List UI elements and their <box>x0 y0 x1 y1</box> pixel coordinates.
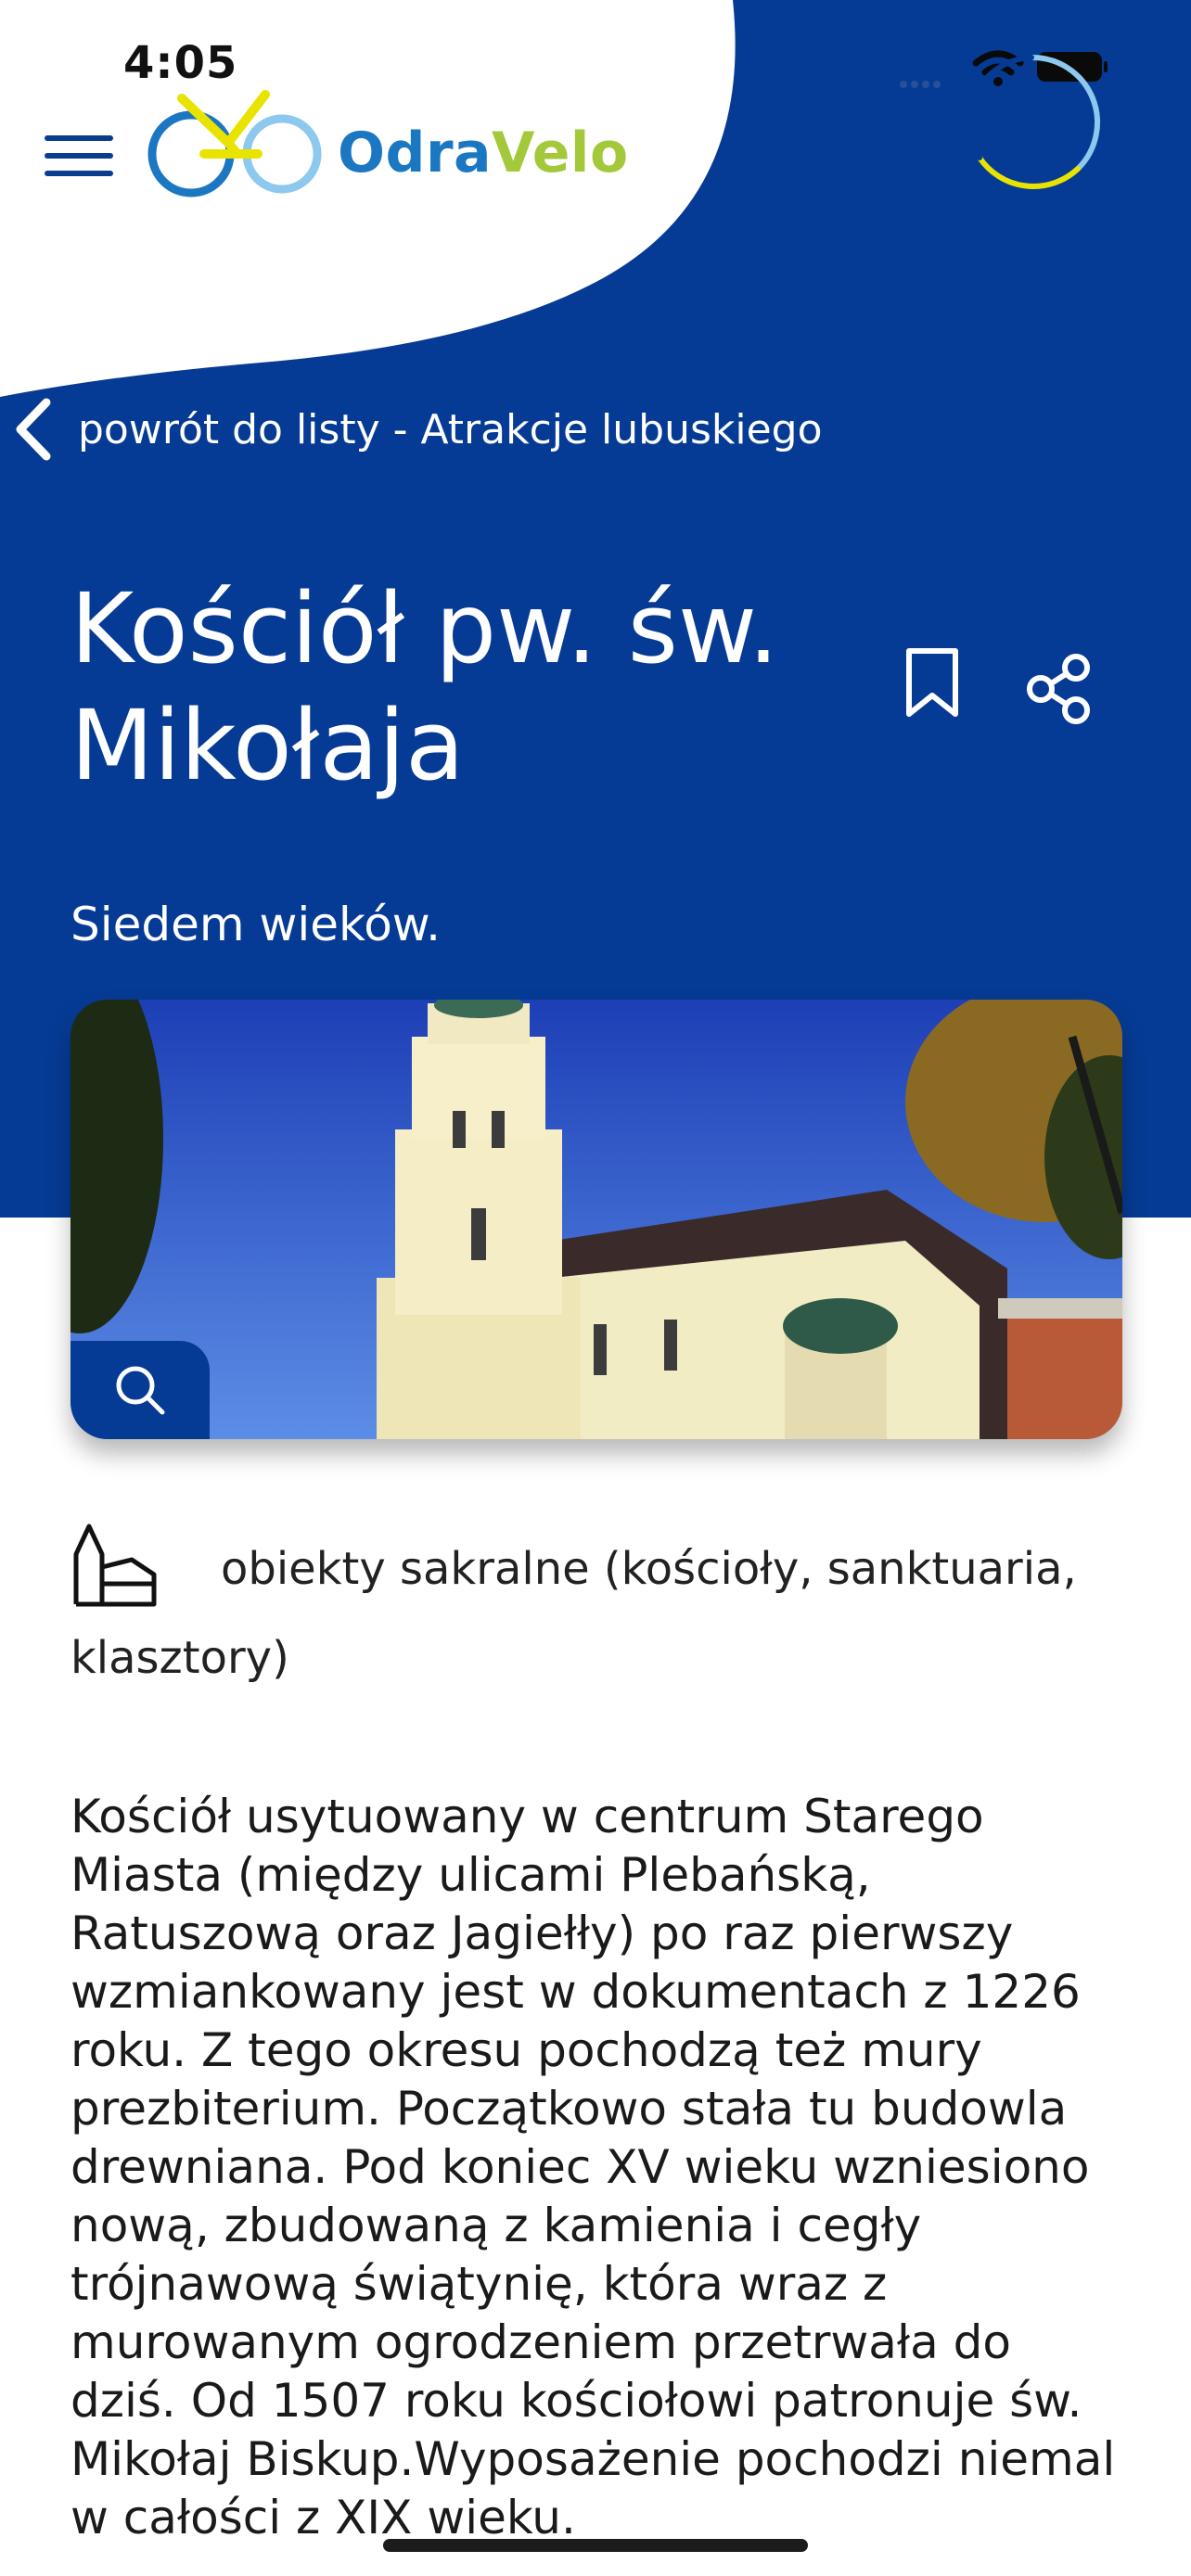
church-photo[interactable] <box>70 1000 1122 1439</box>
logo-text-velo: Velo <box>492 121 629 185</box>
category-label: obiekty sakralne (kościoły, sanktuaria, … <box>70 1543 1077 1684</box>
attraction-subtitle: Siedem wieków. <box>70 898 441 951</box>
logo-text-odra: Odra <box>338 121 493 185</box>
share-button[interactable] <box>1024 653 1095 725</box>
bookmark-button[interactable] <box>902 645 963 720</box>
page-title: Kościół pw. św. Mikołaja <box>70 572 779 802</box>
status-bar-time: 4:05 <box>123 37 238 89</box>
church-photo-image <box>70 1000 1122 1439</box>
hamburger-menu-button[interactable] <box>45 135 113 176</box>
home-indicator[interactable] <box>383 2539 808 2552</box>
zoom-image-button[interactable] <box>70 1341 210 1439</box>
back-link-label: powrót do listy - Atrakcje lubuskiego <box>78 405 823 453</box>
cellular-signal-icon <box>900 74 944 92</box>
back-to-list-link[interactable]: powrót do listy - Atrakcje lubuskiego <box>13 397 823 462</box>
app-logo-text: OdraVelo <box>338 121 629 185</box>
chevron-left-icon <box>16 398 51 461</box>
menu-line <box>45 171 113 176</box>
bicycle-logo-icon[interactable] <box>147 89 323 200</box>
menu-line <box>45 135 113 141</box>
menu-line <box>45 153 113 159</box>
search-icon <box>116 1366 165 1415</box>
battery-tip <box>1104 61 1108 72</box>
attraction-description: Kościół usytuowany w centrum Starego Mia… <box>70 1790 1116 2544</box>
user-account-button[interactable] <box>961 52 1102 193</box>
